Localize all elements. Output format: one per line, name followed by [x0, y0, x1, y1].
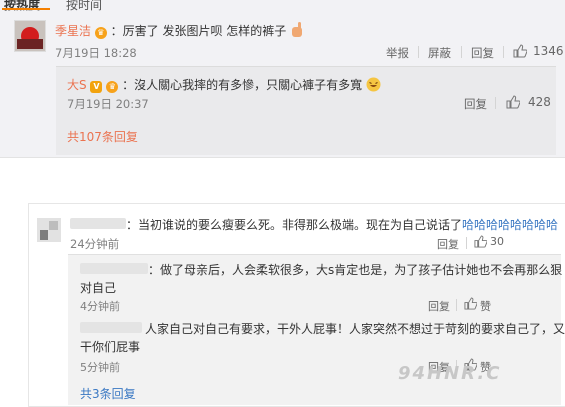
avatar[interactable] — [14, 20, 46, 52]
comment-line: 季星洁 ♛ ：厉害了 发张图片呗 怎样的裤子 — [55, 22, 304, 39]
tab-sort-time[interactable]: 按时间 — [66, 0, 102, 13]
top-comment-panel: 按热度 按时间 季星洁 ♛ ：厉害了 发张图片呗 怎样的裤子 7月19日 18:… — [0, 0, 565, 158]
tab-sort-hot[interactable]: 按热度 — [4, 0, 40, 13]
divider — [456, 299, 457, 311]
vip-badge-icon: ♛ — [106, 81, 119, 93]
hand-emoji-icon — [290, 22, 304, 38]
comment-username[interactable]: 季星洁 — [55, 24, 91, 38]
thumbs-up-icon[interactable] — [464, 297, 477, 310]
blurred-username — [70, 218, 126, 229]
report-button[interactable]: 举报 — [386, 45, 409, 61]
laughing-emoji-icon — [366, 77, 381, 92]
reply-text: ：沒人關心我摔的有多慘，只關心褲子有多寬 — [122, 78, 363, 92]
comment-timestamp: 7月19日 18:28 — [55, 46, 137, 60]
blurred-username — [80, 263, 148, 274]
reply-text: 干你们屁事 — [80, 340, 141, 354]
thumbs-up-icon[interactable] — [474, 235, 487, 248]
watermark: 94HNR.C — [398, 363, 502, 384]
avatar[interactable] — [37, 218, 61, 242]
comment-text: ：当初谁说的要么瘦要么死。非得那么极端。现在为自己说话了 — [126, 218, 463, 232]
reply-line: 大S V ♛ ：沒人關心我摔的有多慘，只關心褲子有多寬 — [67, 76, 381, 93]
like-button[interactable]: 赞 — [480, 298, 491, 314]
comment-line: ：当初谁说的要么瘦要么死。非得那么极端。现在为自己说话了哈哈哈哈哈哈哈哈 — [126, 216, 558, 233]
divider — [503, 46, 504, 58]
vip-badge-icon: ♛ — [94, 27, 107, 39]
reply-text: 对自己 — [80, 281, 117, 295]
comment-laugh-text: 哈哈哈哈哈哈哈哈 — [462, 218, 559, 232]
reply-username[interactable]: 大S — [67, 78, 87, 92]
reply-button[interactable]: 回复 — [437, 236, 459, 252]
blurred-username — [80, 322, 142, 333]
like-count: 428 — [528, 95, 551, 109]
comment-timestamp: 24分钟前 — [70, 237, 120, 251]
reply-button[interactable]: 回复 — [471, 45, 494, 61]
thumbs-up-icon[interactable] — [513, 44, 527, 58]
verified-v-icon: V — [90, 81, 103, 93]
reply-button[interactable]: 回复 — [464, 96, 487, 112]
reply-timestamp: 7月19日 20:37 — [67, 97, 149, 111]
reply-timestamp: 5分钟前 — [80, 361, 120, 374]
reply-timestamp: 4分钟前 — [80, 300, 120, 313]
reply-text: ：做了母亲后，人会柔软很多，大s肯定也是，为了孩子估计她也不会再那么狠 — [148, 263, 563, 277]
divider — [418, 46, 419, 58]
divider — [466, 237, 467, 249]
reply-button[interactable]: 回复 — [428, 298, 450, 314]
divider — [461, 46, 462, 58]
more-replies-link[interactable]: 共107条回复 — [67, 128, 138, 145]
comment-text: ：厉害了 发张图片呗 怎样的裤子 — [110, 24, 287, 38]
tab-active-indicator — [2, 8, 50, 10]
divider — [495, 97, 496, 109]
like-count: 1346 — [533, 44, 564, 58]
more-replies-link[interactable]: 共3条回复 — [80, 385, 136, 402]
thumbs-up-icon[interactable] — [506, 95, 520, 109]
block-button[interactable]: 屏蔽 — [428, 45, 451, 61]
like-count: 30 — [490, 235, 504, 248]
reply-text: 人家自己对自己有要求，干外人屁事！人家突然不想过于苛刻的要求自己了，又 — [145, 322, 565, 336]
